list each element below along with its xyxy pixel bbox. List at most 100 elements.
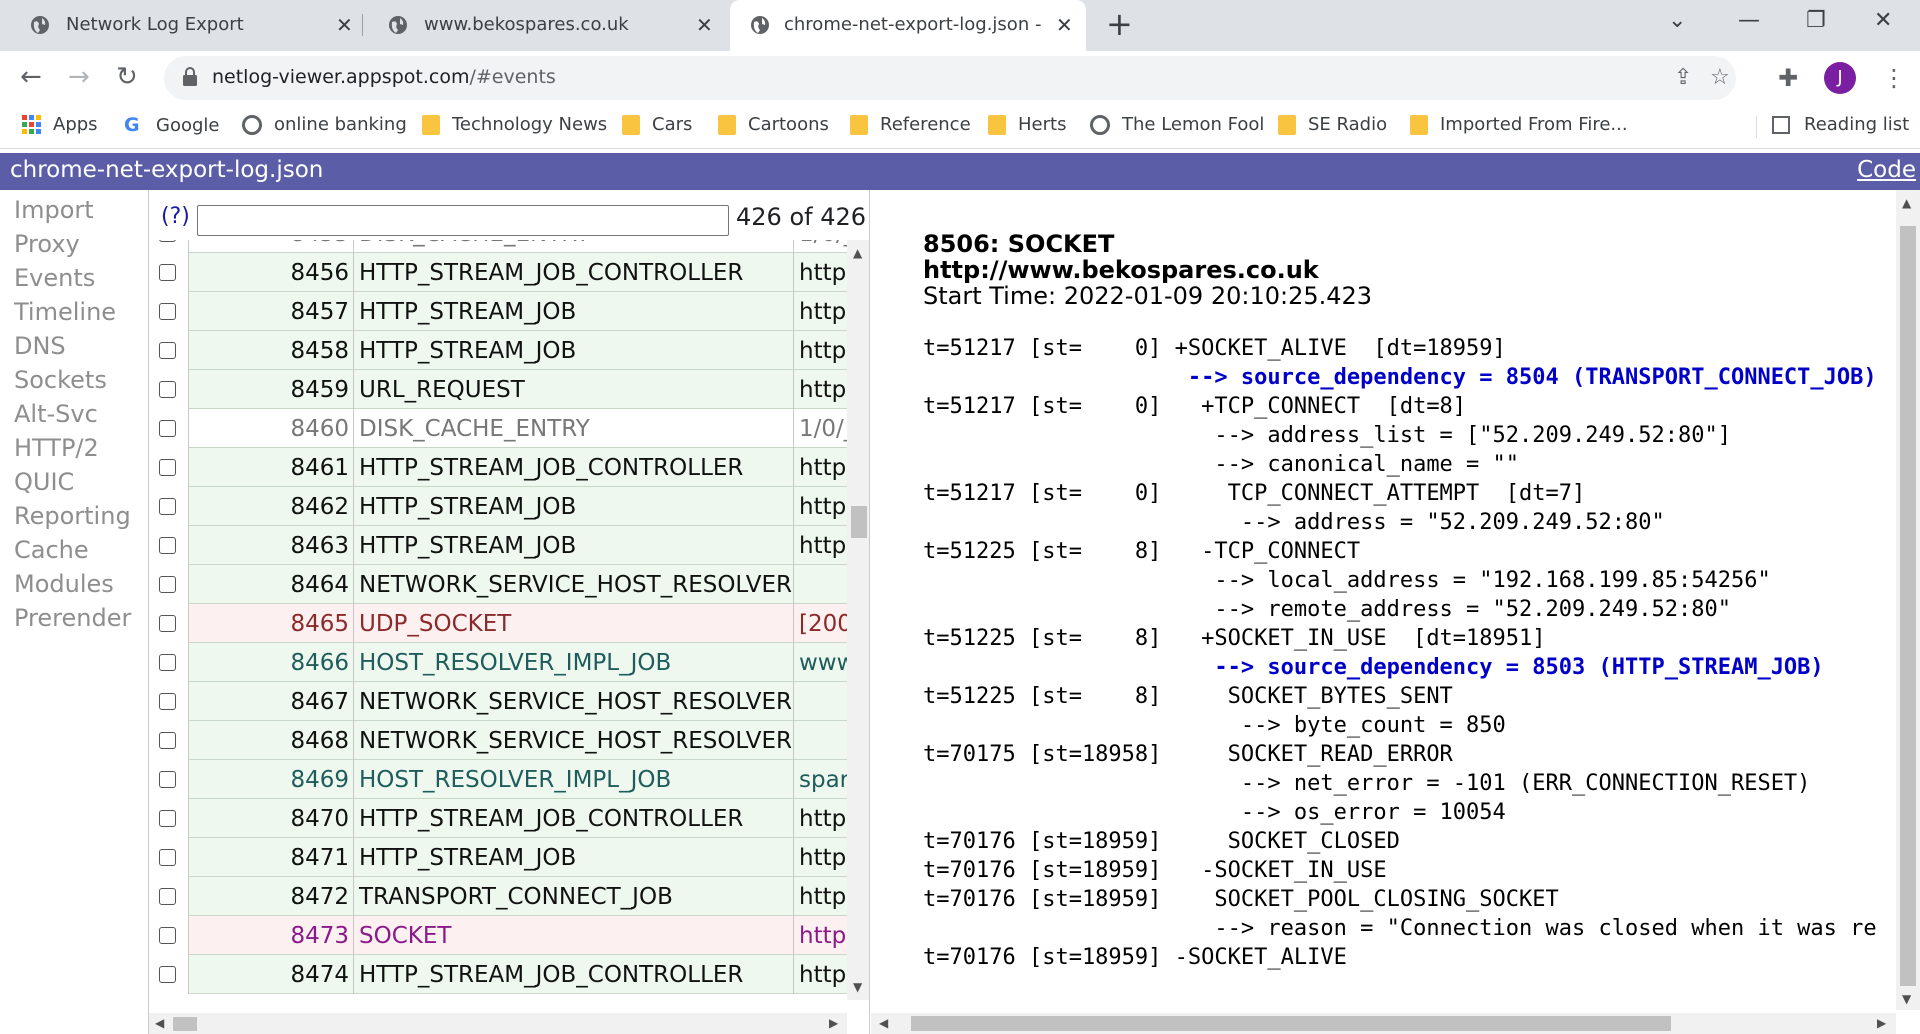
scroll-right-icon[interactable]: ▶ <box>1877 1016 1886 1030</box>
bookmark-reference[interactable]: Reference <box>850 114 971 135</box>
restore-icon[interactable]: ❐ <box>1806 8 1826 33</box>
row-checkbox[interactable] <box>159 615 176 632</box>
table-row[interactable]: 8467 NETWORK_SERVICE_HOST_RESOLVER <box>149 682 847 721</box>
tab-search-icon[interactable]: ⌄ <box>1668 8 1686 33</box>
nav-item-alt-svc[interactable]: Alt-Svc <box>14 400 98 428</box>
scrollbar-thumb[interactable] <box>1900 226 1916 986</box>
table-row[interactable]: 8473 SOCKET http <box>149 916 847 955</box>
scroll-up-icon[interactable]: ▲ <box>853 246 862 260</box>
close-icon[interactable]: ✕ <box>336 13 353 37</box>
nav-item-sockets[interactable]: Sockets <box>14 366 107 394</box>
row-checkbox[interactable] <box>159 771 176 788</box>
table-row[interactable]: 8470 HTTP_STREAM_JOB_CONTROLLER http <box>149 799 847 838</box>
close-icon[interactable]: ✕ <box>1056 13 1073 37</box>
row-checkbox[interactable] <box>159 576 176 593</box>
events-vertical-scrollbar[interactable]: ▲ ▼ <box>847 240 869 1000</box>
nav-item-events[interactable]: Events <box>14 264 95 292</box>
nav-item-http-2[interactable]: HTTP/2 <box>14 434 99 462</box>
nav-item-cache[interactable]: Cache <box>14 536 89 564</box>
row-checkbox[interactable] <box>159 264 176 281</box>
table-row[interactable]: 8471 HTTP_STREAM_JOB http <box>149 838 847 877</box>
tab-netlog-viewer[interactable]: chrome-net-export-log.json - Ne ✕ <box>730 0 1086 51</box>
bookmark-online-banking[interactable]: online banking <box>242 114 407 135</box>
log-line-source-dependency[interactable]: --> source_dependency = 8504 (TRANSPORT_… <box>923 363 1877 392</box>
table-row[interactable]: 8457 HTTP_STREAM_JOB http <box>149 292 847 331</box>
row-checkbox[interactable] <box>159 303 176 320</box>
nav-item-proxy[interactable]: Proxy <box>14 230 80 258</box>
scroll-down-icon[interactable]: ▼ <box>1902 992 1911 1006</box>
details-vertical-scrollbar[interactable]: ▲ ▼ <box>1896 190 1920 1010</box>
bookmark-cartoons[interactable]: Cartoons <box>718 114 829 135</box>
nav-item-import[interactable]: Import <box>14 196 94 224</box>
row-checkbox[interactable] <box>159 693 176 710</box>
bookmark-herts[interactable]: Herts <box>988 114 1066 135</box>
row-checkbox[interactable] <box>159 927 176 944</box>
menu-dots-icon[interactable]: ⋮ <box>1882 64 1906 92</box>
nav-item-timeline[interactable]: Timeline <box>14 298 116 326</box>
row-checkbox[interactable] <box>159 810 176 827</box>
table-row[interactable]: 8469 HOST_RESOLVER_IMPL_JOB spar <box>149 760 847 799</box>
nav-item-reporting[interactable]: Reporting <box>14 502 131 530</box>
scrollbar-thumb[interactable] <box>911 1016 1671 1031</box>
nav-item-quic[interactable]: QUIC <box>14 468 74 496</box>
minimize-icon[interactable]: — <box>1738 8 1760 33</box>
table-row[interactable]: 8455 DISK_CACHE_ENTRY 1/0/_ <box>149 240 847 253</box>
close-icon[interactable]: ✕ <box>696 13 713 37</box>
scroll-down-icon[interactable]: ▼ <box>853 980 862 994</box>
address-bar[interactable]: netlog-viewer.appspot.com/#events ⇪ ☆ <box>164 56 1736 100</box>
table-row[interactable]: 8462 HTTP_STREAM_JOB http <box>149 487 847 526</box>
scroll-left-icon[interactable]: ◀ <box>155 1016 164 1030</box>
back-button[interactable]: ← <box>20 63 42 91</box>
bookmark-the-lemon-fool[interactable]: The Lemon Fool <box>1090 114 1264 135</box>
table-row[interactable]: 8472 TRANSPORT_CONNECT_JOB http <box>149 877 847 916</box>
bookmark-technology-news[interactable]: Technology News <box>422 114 607 135</box>
filter-input[interactable] <box>197 205 729 236</box>
table-row[interactable]: 8465 UDP_SOCKET [200 <box>149 604 847 643</box>
scrollbar-thumb[interactable] <box>851 506 867 538</box>
table-row[interactable]: 8458 HTTP_STREAM_JOB http <box>149 331 847 370</box>
nav-item-dns[interactable]: DNS <box>14 332 66 360</box>
row-checkbox[interactable] <box>159 459 176 476</box>
table-row[interactable]: 8468 NETWORK_SERVICE_HOST_RESOLVER <box>149 721 847 760</box>
reload-button[interactable]: ↻ <box>116 63 138 91</box>
table-row[interactable]: 8464 NETWORK_SERVICE_HOST_RESOLVER <box>149 565 847 604</box>
tab-bekospares[interactable]: www.bekospares.co.uk ✕ <box>362 0 720 51</box>
scrollbar-thumb[interactable] <box>173 1017 197 1031</box>
table-row[interactable]: 8466 HOST_RESOLVER_IMPL_JOB www <box>149 643 847 682</box>
row-checkbox[interactable] <box>159 420 176 437</box>
scroll-right-icon[interactable]: ▶ <box>829 1016 838 1030</box>
bookmark-cars[interactable]: Cars <box>622 114 692 135</box>
reading-list-button[interactable]: Reading list <box>1772 114 1909 135</box>
filter-help-link[interactable]: (?) <box>161 204 190 229</box>
window-close-icon[interactable]: ✕ <box>1874 8 1892 33</box>
row-checkbox[interactable] <box>159 732 176 749</box>
extensions-puzzle-icon[interactable]: ✚ <box>1778 64 1798 92</box>
row-checkbox[interactable] <box>159 654 176 671</box>
share-icon[interactable]: ⇪ <box>1674 65 1692 90</box>
scroll-left-icon[interactable]: ◀ <box>879 1016 888 1030</box>
bookmark-se-radio[interactable]: SE Radio <box>1278 114 1387 135</box>
row-checkbox[interactable] <box>159 849 176 866</box>
details-horizontal-scrollbar[interactable]: ◀ ▶ <box>871 1013 1896 1034</box>
bookmark-apps[interactable]: Apps <box>22 114 98 135</box>
row-checkbox[interactable] <box>159 342 176 359</box>
new-tab-button[interactable]: + <box>1106 8 1133 40</box>
table-row[interactable]: 8460 DISK_CACHE_ENTRY 1/0/_ <box>149 409 847 448</box>
code-link[interactable]: Code <box>1857 157 1916 183</box>
table-row[interactable]: 8474 HTTP_STREAM_JOB_CONTROLLER http <box>149 955 847 994</box>
table-row[interactable]: 8461 HTTP_STREAM_JOB_CONTROLLER http <box>149 448 847 487</box>
nav-item-modules[interactable]: Modules <box>14 570 114 598</box>
tab-network-log-export[interactable]: Network Log Export ✕ <box>0 0 360 51</box>
table-row[interactable]: 8463 HTTP_STREAM_JOB http <box>149 526 847 565</box>
forward-button[interactable]: → <box>68 63 90 91</box>
table-row[interactable]: 8459 URL_REQUEST http <box>149 370 847 409</box>
row-checkbox[interactable] <box>159 381 176 398</box>
log-line-source-dependency[interactable]: --> source_dependency = 8503 (HTTP_STREA… <box>923 653 1877 682</box>
row-checkbox[interactable] <box>159 537 176 554</box>
bookmark-google[interactable]: G Google <box>124 114 219 136</box>
scroll-up-icon[interactable]: ▲ <box>1902 196 1911 210</box>
row-checkbox[interactable] <box>159 888 176 905</box>
bookmark-imported-from-firefox[interactable]: Imported From Fire... <box>1410 114 1628 135</box>
row-checkbox[interactable] <box>159 498 176 515</box>
bookmark-star-icon[interactable]: ☆ <box>1710 65 1730 90</box>
